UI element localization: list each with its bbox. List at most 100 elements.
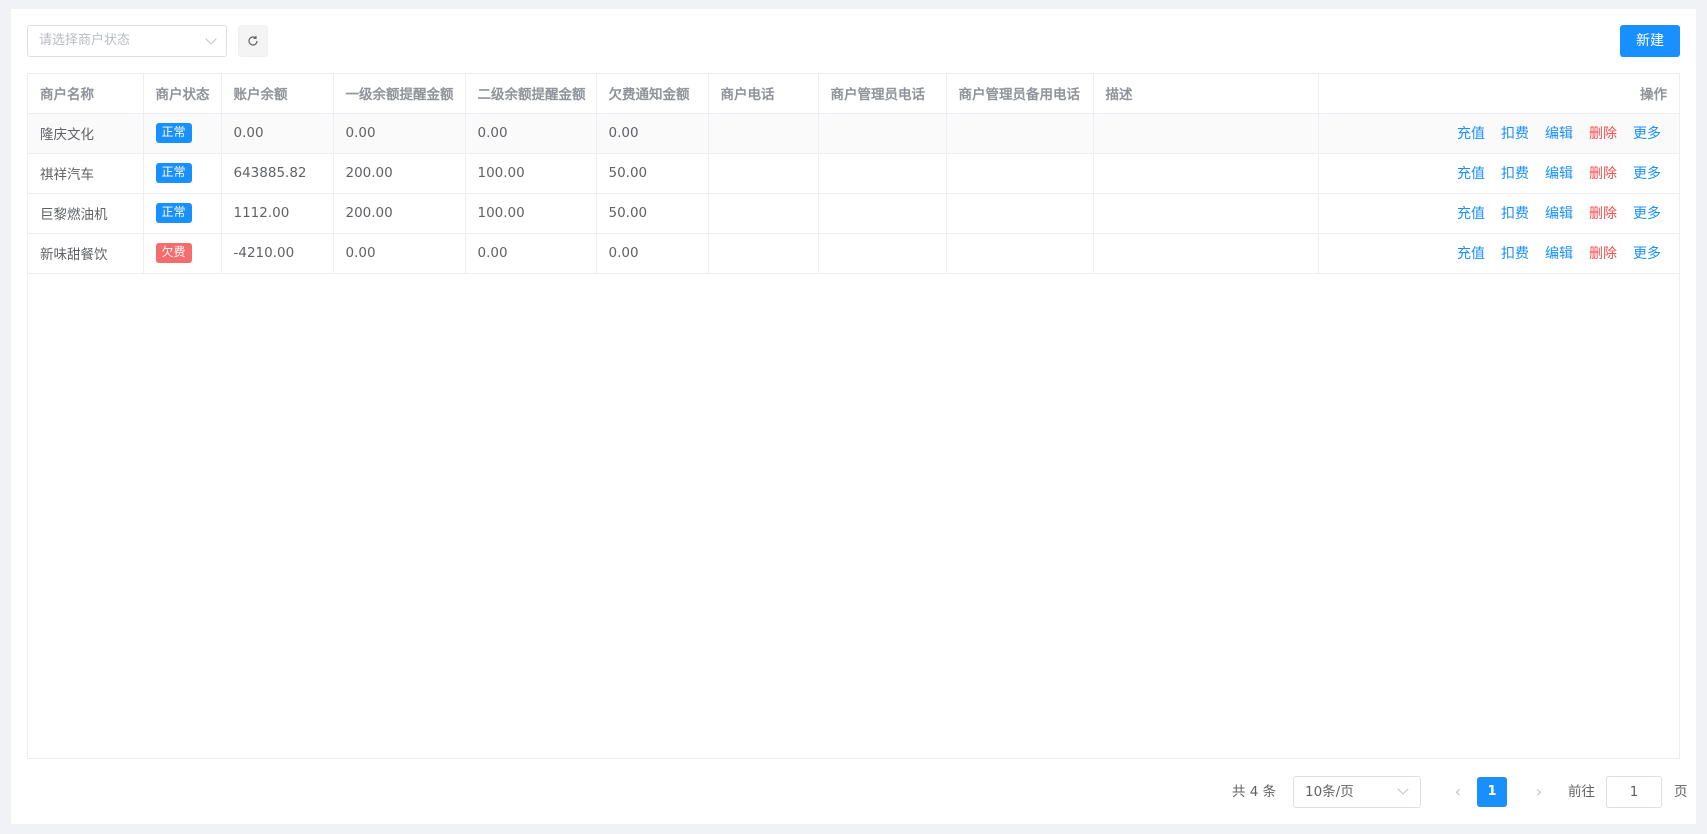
table-row: 新味甜餐饮 欠费 -4210.00 0.00 0.00 0.00 充值 扣费 编辑 删除 更多 [28, 233, 1679, 274]
more-link[interactable]: 更多 [1633, 243, 1661, 263]
cell-desc [1093, 153, 1319, 194]
cell-phone [708, 113, 819, 154]
deduct-link[interactable]: 扣费 [1501, 163, 1529, 183]
page-number-current[interactable]: 1 [1477, 777, 1507, 807]
cell-balance: -4210.00 [221, 233, 334, 274]
cell-balance: 1112.00 [221, 193, 334, 234]
col-header-admin-backup-phone: 商户管理员备用电话 [946, 74, 1094, 114]
cell-level1: 200.00 [333, 193, 466, 234]
edit-link[interactable]: 编辑 [1545, 123, 1573, 143]
col-header-admin-phone: 商户管理员电话 [818, 74, 947, 114]
cell-level1: 0.00 [333, 113, 466, 154]
recharge-link[interactable]: 充值 [1457, 163, 1485, 183]
table-row: 巨黎燃油机 正常 1112.00 200.00 100.00 50.00 充值 扣费 编辑 删除更… [28, 193, 1679, 234]
page-size-select[interactable]: 10条/页 [1293, 776, 1421, 808]
cell-admin-phone [818, 113, 947, 154]
cell-status: 正常 [143, 193, 222, 234]
col-header-phone: 商户电话 [708, 74, 819, 114]
deduct-link[interactable]: 扣费 [1501, 123, 1529, 143]
main-panel: 请选择商户状态 新建 商户名称 商户状态 账户余额 一级余额提醒金额 二级余额提… [11, 9, 1696, 824]
cell-status: 欠费 [143, 233, 222, 274]
col-header-status: 商户状态 [143, 74, 222, 114]
deduct-link[interactable]: 扣费 [1501, 203, 1529, 223]
cell-arrears: 50.00 [596, 153, 709, 194]
cell-desc [1093, 233, 1319, 274]
col-header-desc: 描述 [1093, 74, 1319, 114]
cell-admin-backup-phone [946, 233, 1094, 274]
chevron-down-icon [207, 37, 215, 45]
delete-link[interactable]: 删除 [1589, 203, 1617, 223]
cell-status: 正常 [143, 153, 222, 194]
status-badge: 正常 [155, 123, 192, 143]
delete-link[interactable]: 删除 [1589, 123, 1617, 143]
goto-label: 前往 [1568, 784, 1595, 800]
col-header-arrears: 欠费通知金额 [596, 74, 709, 114]
cell-arrears: 50.00 [596, 193, 709, 234]
delete-link[interactable]: 删除 [1589, 243, 1617, 263]
edit-link[interactable]: 编辑 [1545, 163, 1573, 183]
page-size-value: 10条/页 [1305, 784, 1354, 800]
refresh-icon [248, 35, 258, 46]
cell-phone [708, 193, 819, 234]
cell-balance: 643885.82 [221, 153, 334, 194]
more-link[interactable]: 更多 [1633, 163, 1661, 183]
cell-level2: 100.00 [465, 193, 597, 234]
cell-name: 新味甜餐饮 [28, 233, 144, 274]
cell-level2: 0.00 [465, 233, 597, 274]
cell-level1: 0.00 [333, 233, 466, 274]
status-badge: 正常 [155, 203, 192, 223]
cell-admin-phone [818, 193, 947, 234]
status-badge: 欠费 [155, 243, 192, 263]
table-row: 祺祥汽车 正常 643885.82 200.00 100.00 50.00 充值 扣费 编辑 删除… [28, 153, 1679, 194]
status-badge: 正常 [155, 163, 192, 183]
cell-actions: 充值 扣费 编辑 删除 更多 [1318, 153, 1679, 194]
toolbar: 请选择商户状态 新建 [27, 25, 1680, 57]
cell-name: 巨黎燃油机 [28, 193, 144, 234]
merchant-table: 商户名称 商户状态 账户余额 一级余额提醒金额 二级余额提醒金额 欠费通知金额 … [27, 73, 1680, 759]
cell-admin-backup-phone [946, 113, 1094, 154]
refresh-button[interactable] [238, 25, 268, 57]
goto-page-input[interactable]: 1 [1606, 776, 1662, 808]
edit-link[interactable]: 编辑 [1545, 243, 1573, 263]
cell-desc [1093, 193, 1319, 234]
cell-actions: 充值 扣费 编辑 删除 更多 [1318, 193, 1679, 234]
col-header-actions: 操作 [1318, 74, 1679, 114]
cell-level2: 0.00 [465, 113, 597, 154]
cell-actions: 充值 扣费 编辑 删除 更多 [1318, 233, 1679, 274]
table-row: 隆庆文化 正常 0.00 0.00 0.00 0.00 充值 扣费 编辑 删除 更多 [28, 113, 1679, 154]
cell-name: 隆庆文化 [28, 113, 144, 154]
delete-link[interactable]: 删除 [1589, 163, 1617, 183]
goto-suffix: 页 [1674, 784, 1688, 800]
new-merchant-button[interactable]: 新建 [1620, 25, 1680, 57]
cell-arrears: 0.00 [596, 233, 709, 274]
cell-admin-phone [818, 153, 947, 194]
pagination: 共 4 条 10条/页 ‹ 1 › 前往 1 页 [11, 775, 1696, 809]
cell-balance: 0.00 [221, 113, 334, 154]
chevron-down-icon [1399, 787, 1407, 795]
cell-admin-backup-phone [946, 193, 1094, 234]
table-header-row: 商户名称 商户状态 账户余额 一级余额提醒金额 二级余额提醒金额 欠费通知金额 … [28, 74, 1679, 114]
recharge-link[interactable]: 充值 [1457, 123, 1485, 143]
cell-desc [1093, 113, 1319, 154]
col-header-balance: 账户余额 [221, 74, 334, 114]
pagination-total: 共 4 条 [1232, 784, 1277, 800]
edit-link[interactable]: 编辑 [1545, 203, 1573, 223]
more-link[interactable]: 更多 [1633, 123, 1661, 143]
cell-admin-backup-phone [946, 153, 1094, 194]
status-select-placeholder: 请选择商户状态 [39, 33, 131, 48]
col-header-name: 商户名称 [28, 74, 144, 114]
col-header-level2: 二级余额提醒金额 [465, 74, 597, 114]
cell-level1: 200.00 [333, 153, 466, 194]
chevron-right-icon[interactable]: › [1524, 777, 1554, 807]
recharge-link[interactable]: 充值 [1457, 203, 1485, 223]
cell-actions: 充值 扣费 编辑 删除 更多 [1318, 113, 1679, 154]
cell-level2: 100.00 [465, 153, 597, 194]
chevron-left-icon[interactable]: ‹ [1443, 777, 1473, 807]
col-header-level1: 一级余额提醒金额 [333, 74, 466, 114]
more-link[interactable]: 更多 [1633, 203, 1661, 223]
cell-status: 正常 [143, 113, 222, 154]
cell-phone [708, 233, 819, 274]
merchant-status-select[interactable]: 请选择商户状态 [27, 25, 227, 57]
deduct-link[interactable]: 扣费 [1501, 243, 1529, 263]
recharge-link[interactable]: 充值 [1457, 243, 1485, 263]
